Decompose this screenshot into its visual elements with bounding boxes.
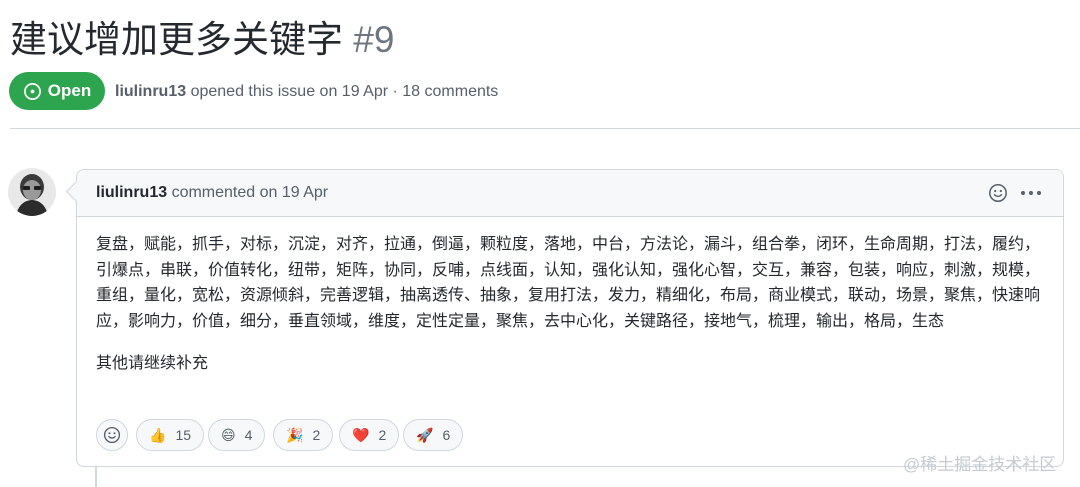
- comment-header: liulinru13 commented on 19 Apr: [77, 170, 1063, 217]
- comment-box: liulinru13 commented on 19 Apr 复盘，赋能，抓手，…: [76, 169, 1064, 467]
- comment-author-link[interactable]: liulinru13: [96, 184, 167, 201]
- issue-open-icon: [23, 82, 41, 100]
- issue-meta-text: opened this issue on 19 Apr · 18 comment…: [186, 83, 499, 100]
- reaction-count: 6: [442, 427, 451, 443]
- issue-state-label: Open: [47, 81, 92, 100]
- issue-title-text: 建议增加更多关键字: [10, 19, 343, 60]
- issue-author-link[interactable]: liulinru13: [115, 83, 186, 100]
- thumbs-up-icon: 👍: [149, 426, 167, 443]
- header-divider: [10, 128, 1080, 129]
- laugh-icon: 😄: [221, 426, 236, 443]
- rocket-icon: 🚀: [416, 426, 434, 443]
- reaction-count: 2: [312, 427, 321, 443]
- issue-number: #9: [353, 19, 395, 60]
- comment-paragraph: 复盘，赋能，抓手，对标，沉淀，对齐，拉通，倒逼，颗粒度，落地，中台，方法论，漏斗…: [96, 236, 1041, 330]
- reaction-heart-button[interactable]: ❤️ 2: [339, 419, 400, 451]
- smiley-icon: [103, 426, 121, 444]
- issue-meta: liulinru13 opened this issue on 19 Apr ·…: [115, 80, 498, 104]
- reaction-count: 4: [244, 427, 253, 443]
- heart-icon: ❤️: [352, 426, 370, 443]
- reaction-rocket-button[interactable]: 🚀 6: [403, 419, 464, 451]
- comment-meta: liulinru13 commented on 19 Apr: [96, 183, 328, 203]
- timeline-line: [95, 467, 97, 487]
- comment-paragraph: 其他请继续补充: [96, 355, 209, 372]
- reaction-laugh-button[interactable]: 😄 4: [208, 419, 266, 451]
- issue-state-badge: Open: [9, 72, 105, 110]
- kebab-menu-icon[interactable]: [1020, 182, 1042, 204]
- comment-body: 复盘，赋能，抓手，对标，沉淀，对齐，拉通，倒逼，颗粒度，落地，中台，方法论，漏斗…: [96, 232, 1046, 377]
- hooray-icon: 🎉: [286, 426, 304, 443]
- reaction-count: 15: [175, 427, 192, 443]
- reaction-thumbs-up-button[interactable]: 👍 15: [136, 419, 205, 451]
- add-reaction-button[interactable]: [96, 419, 128, 451]
- watermark: @稀土掘金技术社区: [903, 455, 1057, 474]
- smiley-icon[interactable]: [987, 182, 1009, 204]
- issue-title: 建议增加更多关键字 #9: [10, 14, 394, 66]
- avatar[interactable]: [8, 168, 56, 216]
- reaction-hooray-button[interactable]: 🎉 2: [273, 419, 334, 451]
- comment-meta-text: commented on 19 Apr: [167, 184, 329, 201]
- reaction-count: 2: [378, 427, 387, 443]
- avatar-image: [8, 168, 56, 216]
